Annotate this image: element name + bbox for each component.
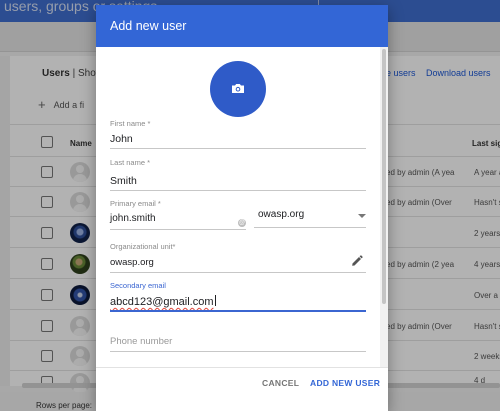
phone-number-field[interactable]: Phone number [110,335,366,363]
secondary-email-input[interactable]: abcd123@gmail.com [110,295,216,308]
last-name-field[interactable]: Last name * Smith [110,158,366,191]
cancel-button[interactable]: CANCEL [262,378,299,388]
secondary-email-label: Secondary email [110,281,166,290]
add-new-user-button[interactable]: ADD NEW USER [310,378,380,388]
primary-email-field[interactable]: Primary email * john.smith @ owasp.org [110,199,366,233]
org-unit-field[interactable]: Organizational unit* owasp.org [110,242,366,274]
first-name-input[interactable]: John [110,133,133,145]
upload-photo-button[interactable] [210,61,266,117]
dialog-scrollbar-thumb[interactable] [382,49,386,304]
actions-divider [96,367,388,368]
primary-email-underline [110,229,246,230]
last-name-input[interactable]: Smith [110,175,137,187]
primary-email-label: Primary email * [110,199,161,208]
phone-number-input[interactable]: Phone number [110,336,172,347]
camera-icon [232,84,244,93]
text-cursor [214,295,216,306]
first-name-field[interactable]: First name * John [110,119,366,151]
add-user-dialog: Add new user First name * John Last name… [96,5,388,411]
last-name-underline [110,190,366,191]
dialog-title: Add new user [110,19,187,33]
primary-email-input[interactable]: john.smith [110,213,156,224]
org-unit-label: Organizational unit* [110,242,176,251]
secondary-email-text: abcd123@gmail.com [110,296,214,308]
pencil-icon[interactable] [351,255,363,267]
first-name-label: First name * [110,119,151,128]
first-name-underline [110,148,366,149]
chevron-down-icon[interactable] [358,214,366,218]
at-sign-icon: @ [238,219,246,227]
last-name-label: Last name * [110,158,151,167]
org-unit-value: owasp.org [110,257,154,268]
domain-select[interactable]: owasp.org [258,209,304,220]
phone-number-underline [110,351,366,352]
domain-underline [254,227,366,228]
dialog-header: Add new user [96,5,388,47]
org-unit-underline [110,272,366,273]
secondary-email-field[interactable]: Secondary email abcd123@gmail.com [110,281,366,315]
secondary-email-underline [110,310,366,312]
